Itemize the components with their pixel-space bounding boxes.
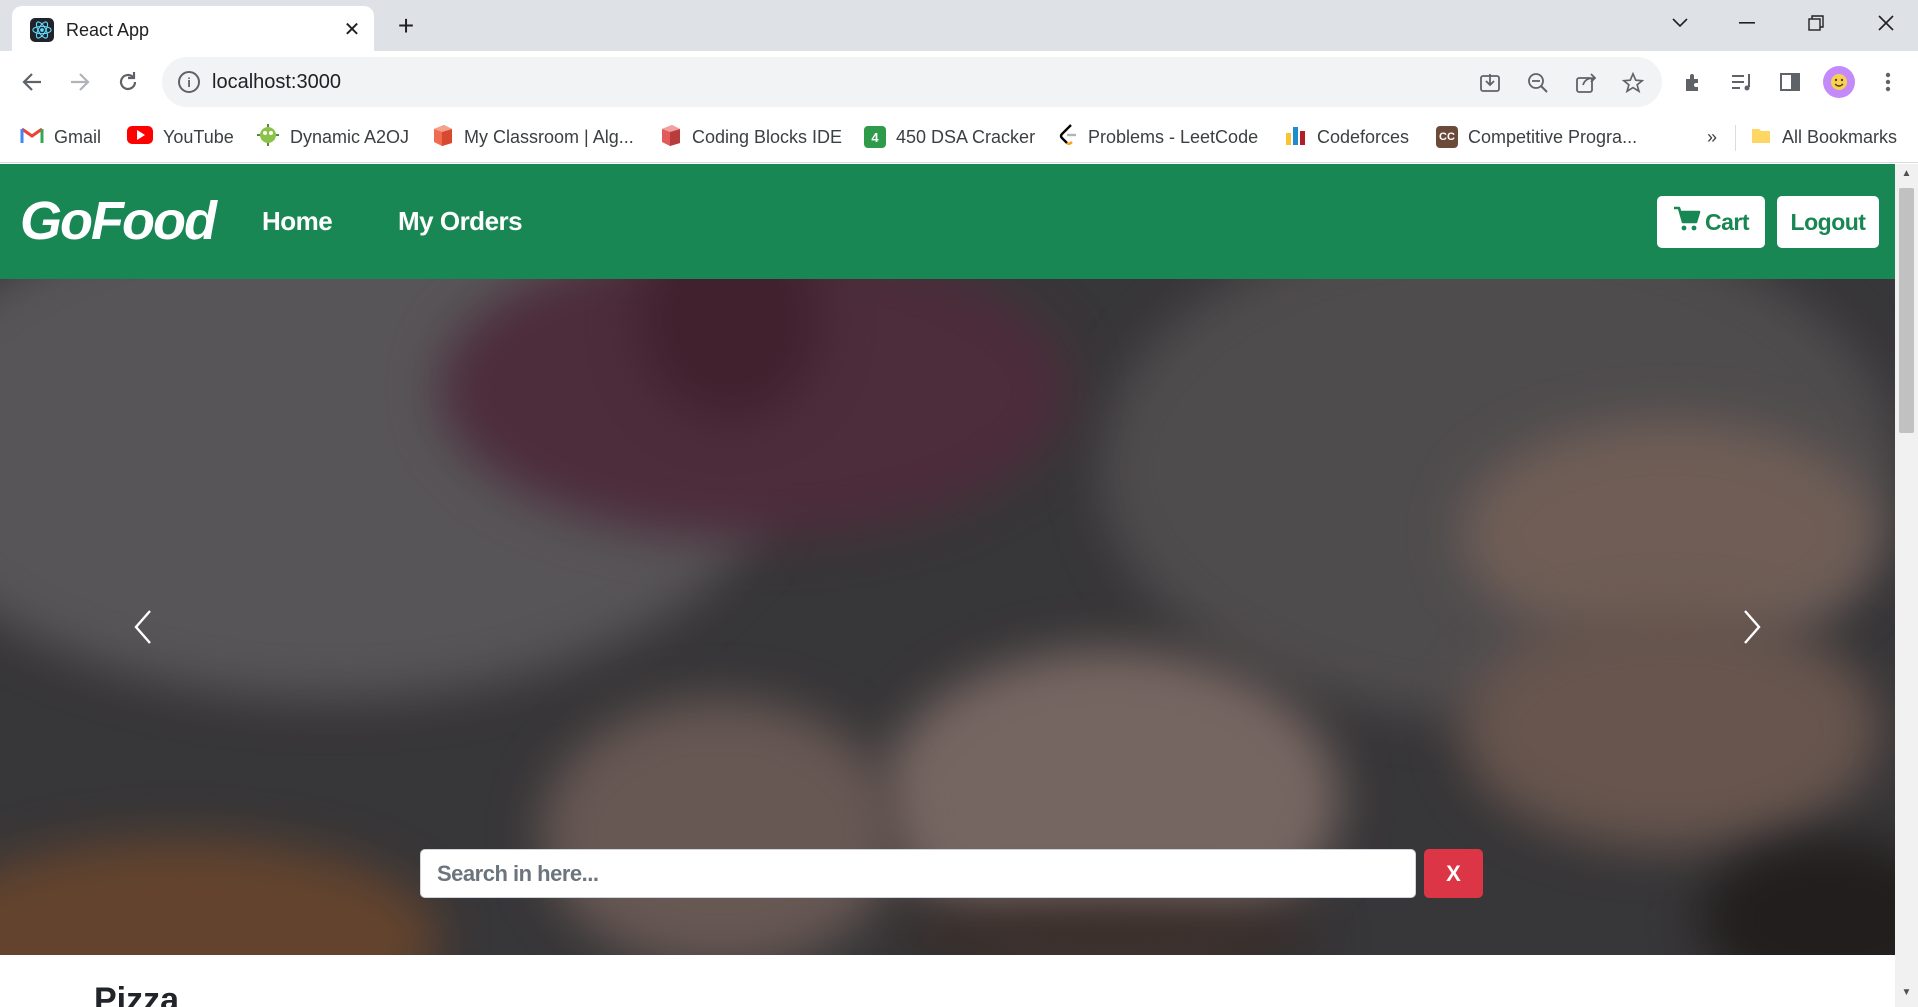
scroll-down-icon[interactable]: ▼	[1895, 987, 1918, 1003]
kebab-menu-icon[interactable]	[1872, 66, 1904, 98]
share-icon[interactable]	[1572, 69, 1600, 97]
logout-button[interactable]: Logout	[1777, 196, 1879, 248]
carousel-next-icon[interactable]	[1733, 597, 1773, 657]
cart-icon	[1673, 206, 1701, 238]
page-scrollbar[interactable]: ▲ ▼	[1895, 164, 1918, 1007]
tab-search-icon[interactable]	[1660, 8, 1700, 38]
all-bookmarks[interactable]: All Bookmarks	[1750, 123, 1897, 151]
media-control-icon[interactable]	[1726, 66, 1758, 98]
bookmark-dsa-cracker[interactable]: 4 450 DSA Cracker	[864, 123, 1035, 151]
close-tab-icon[interactable]: ✕	[339, 16, 365, 42]
brand-logo[interactable]: GoFood	[20, 190, 217, 252]
bookmark-star-icon[interactable]	[1619, 69, 1647, 97]
profile-avatar[interactable]	[1823, 66, 1855, 98]
app-navbar: GoFood Home My Orders Cart Logout	[0, 164, 1895, 279]
bookmark-coding-blocks[interactable]: Coding Blocks IDE	[660, 123, 842, 151]
nav-home[interactable]: Home	[262, 206, 333, 237]
youtube-icon	[127, 125, 153, 149]
bookmark-label: Gmail	[54, 126, 102, 147]
tab-title: React App	[66, 20, 150, 40]
side-panel-icon[interactable]	[1774, 66, 1806, 98]
category-title: Pizza	[94, 981, 180, 1007]
bookmark-label: Problems - LeetCode	[1088, 126, 1259, 147]
bookmark-label: Competitive Progra...	[1468, 126, 1638, 147]
codingblocks-icon	[660, 123, 682, 152]
tab-strip: React App ✕ +	[0, 0, 1918, 51]
nav-my-orders[interactable]: My Orders	[398, 206, 523, 237]
bookmarks-overflow-icon[interactable]: »	[1707, 123, 1717, 151]
bookmark-gmail[interactable]: Gmail	[20, 123, 101, 151]
bookmarks-divider	[1735, 125, 1736, 151]
react-favicon-icon	[30, 18, 54, 42]
bookmark-label: All Bookmarks	[1782, 126, 1898, 147]
bookmark-a2oj[interactable]: Dynamic A2OJ	[256, 123, 409, 151]
browser-toolbar: i localhost:3000	[0, 51, 1918, 113]
cart-button[interactable]: Cart	[1657, 196, 1765, 248]
clear-search-button[interactable]: X	[1424, 849, 1483, 898]
extensions-icon[interactable]	[1678, 66, 1710, 98]
search-input[interactable]	[420, 849, 1416, 898]
bookmark-label: Dynamic A2OJ	[290, 126, 410, 147]
new-tab-button[interactable]: +	[390, 10, 422, 42]
close-window-icon[interactable]	[1866, 8, 1906, 38]
bookmark-leetcode[interactable]: Problems - LeetCode	[1058, 123, 1258, 151]
bookmarks-bar: Gmail YouTube Dynamic A2OJ My Classroom …	[0, 113, 1918, 163]
cc-icon: CC	[1436, 126, 1458, 148]
leetcode-icon	[1058, 123, 1078, 152]
address-bar[interactable]: i localhost:3000	[162, 57, 1662, 107]
browser-tab[interactable]: React App ✕	[12, 6, 374, 51]
restore-icon[interactable]	[1796, 8, 1836, 38]
bookmark-label: Coding Blocks IDE	[692, 126, 843, 147]
gmail-icon	[20, 126, 44, 149]
forward-icon[interactable]	[62, 64, 98, 100]
back-icon[interactable]	[14, 64, 50, 100]
bookmark-competitive-programming[interactable]: CC Competitive Progra...	[1436, 123, 1637, 151]
bookmark-classroom[interactable]: My Classroom | Alg...	[432, 123, 634, 151]
minimize-icon[interactable]	[1727, 8, 1767, 38]
bookmark-youtube[interactable]: YouTube	[127, 123, 234, 151]
bookmark-codeforces[interactable]: Codeforces	[1285, 123, 1409, 151]
zoom-out-icon[interactable]	[1524, 69, 1552, 97]
cart-label: Cart	[1704, 208, 1750, 235]
dsa-cracker-icon: 4	[864, 126, 886, 148]
bookmark-label: YouTube	[163, 126, 234, 147]
site-info-icon[interactable]: i	[178, 71, 200, 93]
reload-icon[interactable]	[110, 64, 146, 100]
a2oj-icon	[256, 123, 280, 152]
scroll-up-icon[interactable]: ▲	[1895, 168, 1918, 184]
install-app-icon[interactable]	[1476, 69, 1504, 97]
bookmark-label: My Classroom | Alg...	[464, 126, 634, 147]
bookmark-label: 450 DSA Cracker	[896, 126, 1036, 147]
page-viewport: GoFood Home My Orders Cart Logout Search…	[0, 164, 1918, 1007]
codeforces-icon	[1285, 125, 1307, 150]
carousel-prev-icon[interactable]	[122, 597, 162, 657]
scroll-thumb[interactable]	[1899, 188, 1914, 433]
hero-carousel: X	[0, 279, 1895, 955]
url-text: localhost:3000	[212, 71, 341, 93]
bookmark-label: Codeforces	[1317, 126, 1410, 147]
classroom-icon	[432, 123, 454, 152]
folder-icon	[1750, 124, 1772, 151]
